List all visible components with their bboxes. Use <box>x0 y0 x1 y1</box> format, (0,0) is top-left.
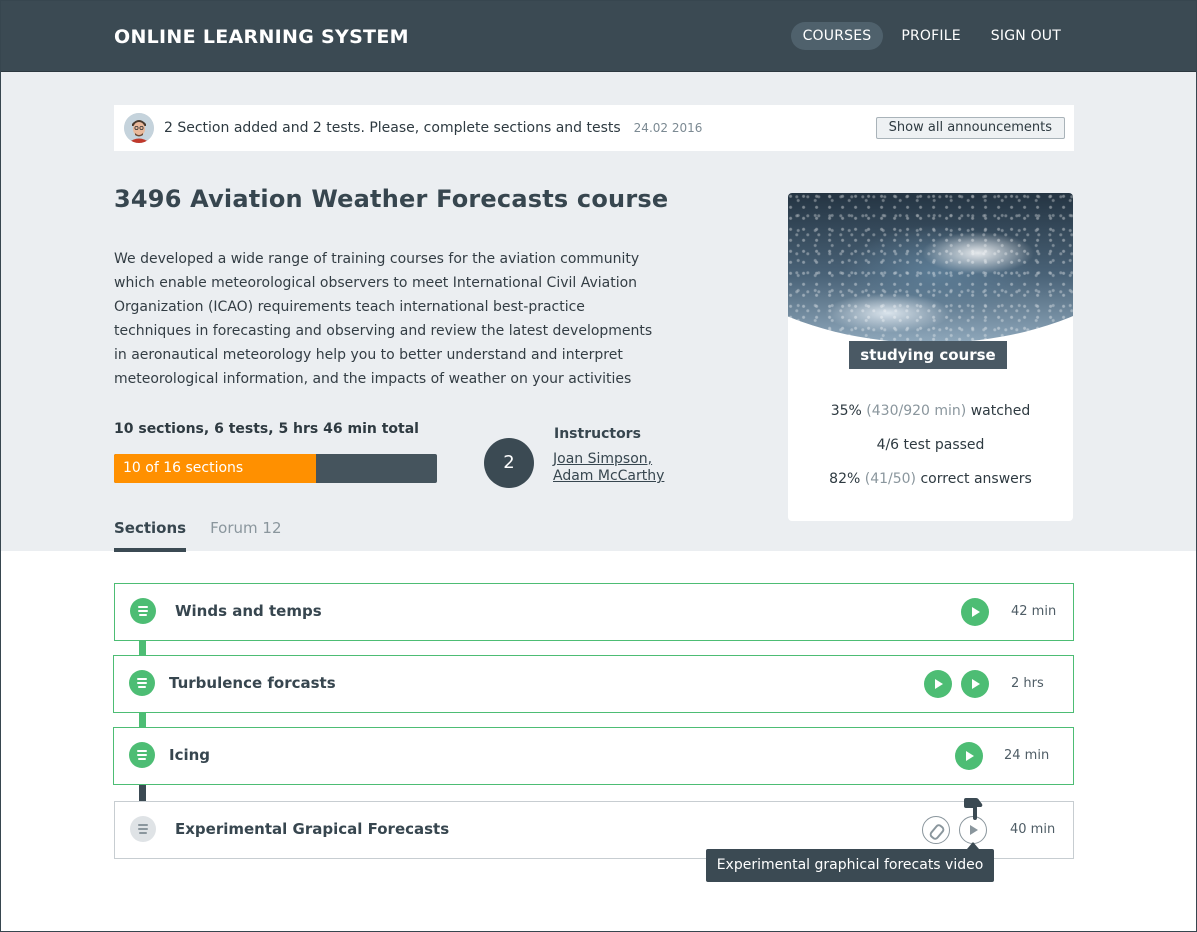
section-title: Turbulence forcasts <box>169 674 336 692</box>
nav-courses[interactable]: COURSES <box>790 22 884 50</box>
instructor-link[interactable]: Adam McCarthy <box>553 468 664 485</box>
answers-stat: 82% (41/50) correct answers <box>788 471 1073 487</box>
section-row[interactable]: Icing 24 min <box>113 727 1074 785</box>
play-video-icon[interactable] <box>961 670 989 698</box>
section-title: Winds and temps <box>175 602 322 620</box>
announcement-bar: 2 Section added and 2 tests. Please, com… <box>114 105 1074 151</box>
list-icon <box>129 742 155 768</box>
answers-percent: 82% <box>829 471 861 487</box>
section-duration: 2 hrs <box>1011 676 1044 691</box>
tab-sections[interactable]: Sections <box>114 515 187 553</box>
section-duration: 40 min <box>1010 822 1056 837</box>
watched-stat: 35% (430/920 min) watched <box>788 403 1073 419</box>
section-row[interactable]: Turbulence forcasts 2 hrs <box>113 655 1074 713</box>
show-all-announcements-button[interactable]: Show all announcements <box>875 117 1065 139</box>
answers-detail: (41/50) <box>864 471 917 487</box>
sections-progress-bar: 10 of 16 sections <box>114 454 437 483</box>
play-video-icon[interactable] <box>955 742 983 770</box>
play-video-icon[interactable] <box>959 816 987 844</box>
instructors-heading: Instructors <box>554 426 641 442</box>
answers-suffix: correct answers <box>920 471 1032 487</box>
watched-detail: (430/920 min) <box>866 403 967 419</box>
course-status-card: studying course 35% (430/920 min) watche… <box>788 193 1073 521</box>
section-connector <box>139 640 146 656</box>
instructor-count-badge: 2 <box>484 438 534 488</box>
main-nav: COURSES PROFILE SIGN OUT <box>785 22 1073 50</box>
play-video-icon[interactable] <box>924 670 952 698</box>
section-connector <box>139 784 146 802</box>
tests-stat: 4/6 test passed <box>876 437 985 453</box>
watched-suffix: watched <box>970 403 1031 419</box>
watched-percent: 35% <box>830 403 862 419</box>
list-icon <box>130 816 156 842</box>
course-tabs: Sections Forum 12 <box>114 515 306 553</box>
course-totals: 10 sections, 6 tests, 5 hrs 46 min total <box>114 421 419 437</box>
nav-sign-out[interactable]: SIGN OUT <box>979 22 1073 50</box>
progress-label: 10 of 16 sections <box>123 460 244 476</box>
list-icon <box>130 598 156 624</box>
section-connector <box>139 712 146 728</box>
attachment-icon[interactable] <box>922 816 950 844</box>
section-title: Experimental Grapical Forecasts <box>175 820 450 838</box>
course-title: 3496 Aviation Weather Forecasts course <box>114 185 669 213</box>
section-duration: 42 min <box>1011 604 1057 619</box>
nav-profile[interactable]: PROFILE <box>889 22 972 50</box>
user-avatar-icon <box>124 113 154 143</box>
top-bar: ONLINE LEARNING SYSTEM COURSES PROFILE S… <box>1 1 1196 72</box>
announcement-message: 2 Section added and 2 tests. Please, com… <box>164 120 621 136</box>
instructor-list: Joan Simpson, Adam McCarthy <box>553 451 664 485</box>
pointer-cursor-icon <box>964 798 983 820</box>
tab-forum[interactable]: Forum 12 <box>210 515 281 553</box>
play-video-icon[interactable] <box>961 598 989 626</box>
studying-status-badge: studying course <box>849 341 1007 369</box>
course-description: We developed a wide range of training co… <box>114 251 653 387</box>
section-title: Icing <box>169 746 211 764</box>
video-tooltip: Experimental graphical forecats video <box>706 842 994 882</box>
announcement-date: 24.02 2016 <box>633 121 703 135</box>
instructor-link[interactable]: Joan Simpson, <box>553 451 664 468</box>
list-icon <box>129 670 155 696</box>
course-cover-image <box>788 193 1073 343</box>
section-row[interactable]: Winds and temps 42 min <box>114 583 1074 641</box>
section-duration: 24 min <box>1004 748 1050 763</box>
brand-logo[interactable]: ONLINE LEARNING SYSTEM <box>114 26 409 48</box>
